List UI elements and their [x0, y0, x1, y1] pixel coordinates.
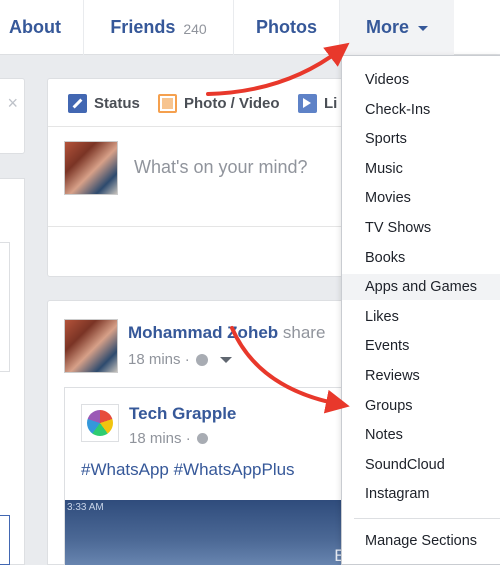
tab-photos[interactable]: Photos [234, 0, 340, 55]
menu-item-tv-shows[interactable]: TV Shows [342, 215, 500, 241]
composer-tab-status[interactable]: Status [68, 94, 140, 113]
page-logo[interactable] [81, 404, 119, 442]
menu-item-sports[interactable]: Sports [342, 126, 500, 152]
photo-icon [158, 94, 177, 113]
menu-item-instagram[interactable]: Instagram [342, 481, 500, 507]
tab-about-label: About [9, 17, 61, 37]
close-icon[interactable]: × [7, 93, 18, 114]
feed-post: Mohammad Zoheb share 18 mins · Tech Grap… [47, 300, 357, 565]
menu-item-videos[interactable]: Videos [342, 67, 500, 93]
pencil-icon [68, 94, 87, 113]
post-composer: Status Photo / Video Li What's on your m… [47, 78, 358, 277]
composer-tabs: Status Photo / Video Li [48, 79, 358, 127]
post-meta: 18 mins · [128, 351, 232, 368]
post-action-text: share [278, 323, 326, 342]
author-avatar[interactable] [64, 319, 118, 373]
shared-image[interactable]: 3:33 AM En [65, 500, 355, 565]
composer-tab-status-label: Status [94, 95, 140, 112]
menu-divider [354, 518, 500, 519]
composer-tab-live[interactable]: Li [298, 94, 337, 113]
tab-photos-label: Photos [256, 17, 317, 37]
post-header: Mohammad Zoheb share [128, 323, 325, 343]
left-info-box [0, 242, 10, 372]
left-intro-card: × [0, 78, 25, 154]
friends-count: 240 [183, 20, 207, 37]
menu-item-check-ins[interactable]: Check-Ins [342, 97, 500, 123]
menu-item-groups[interactable]: Groups [342, 393, 500, 419]
menu-item-music[interactable]: Music [342, 156, 500, 182]
shared-hashtags[interactable]: #WhatsApp #WhatsAppPlus [81, 460, 295, 480]
globe-icon[interactable] [195, 353, 208, 366]
chevron-down-icon [418, 26, 428, 31]
shared-post: Tech Grapple 18 mins · #WhatsApp #WhatsA… [64, 387, 355, 565]
tab-friends[interactable]: Friends 240 [84, 0, 234, 55]
image-time-text: 3:33 AM [67, 502, 104, 513]
shared-timestamp[interactable]: 18 mins · [129, 430, 191, 447]
menu-item-events[interactable]: Events [342, 333, 500, 359]
chevron-down-icon[interactable] [219, 356, 232, 363]
tab-more[interactable]: More [340, 0, 454, 55]
menu-item-apps-and-games[interactable]: Apps and Games [342, 274, 500, 301]
shared-meta: 18 mins · [129, 430, 208, 447]
menu-item-notes[interactable]: Notes [342, 422, 500, 448]
page-logo-image [87, 410, 113, 436]
composer-divider [48, 226, 358, 227]
composer-input[interactable]: What's on your mind? [134, 157, 308, 178]
menu-item-likes[interactable]: Likes [342, 304, 500, 330]
shared-page-name[interactable]: Tech Grapple [129, 404, 236, 424]
avatar[interactable] [64, 141, 118, 195]
tab-about[interactable]: About [0, 0, 84, 55]
composer-tab-photo[interactable]: Photo / Video [158, 94, 280, 113]
profile-tab-bar: About Friends 240 Photos More [0, 0, 500, 55]
globe-icon [196, 433, 208, 444]
menu-item-manage-sections[interactable]: Manage Sections [342, 528, 500, 554]
tab-friends-label: Friends [110, 17, 176, 37]
more-menu: Videos Check-Ins Sports Music Movies TV Shows… [341, 55, 500, 565]
menu-item-reviews[interactable]: Reviews [342, 363, 500, 389]
left-button-edge[interactable] [0, 515, 10, 565]
live-video-icon [298, 94, 317, 113]
composer-tab-live-label: Li [324, 95, 338, 112]
menu-item-soundcloud[interactable]: SoundCloud [342, 452, 500, 478]
post-timestamp[interactable]: 18 mins · [128, 351, 190, 368]
post-author-link[interactable]: Mohammad Zoheb [128, 323, 278, 342]
menu-item-movies[interactable]: Movies [342, 185, 500, 211]
menu-item-books[interactable]: Books [342, 245, 500, 271]
tab-more-label: More [365, 17, 409, 37]
composer-tab-photo-label: Photo / Video [184, 95, 280, 112]
